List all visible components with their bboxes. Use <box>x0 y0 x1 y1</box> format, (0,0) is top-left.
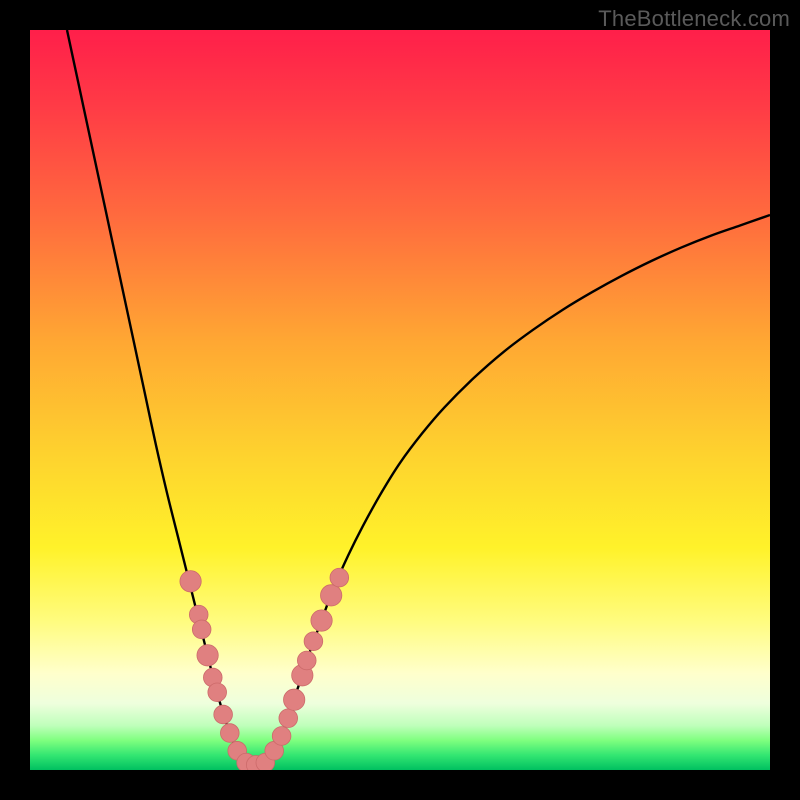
data-marker <box>311 610 332 631</box>
data-marker <box>208 683 227 702</box>
marker-group <box>180 568 349 770</box>
bottleneck-curve <box>67 30 770 765</box>
data-marker <box>330 568 349 587</box>
data-marker <box>297 651 316 670</box>
data-marker <box>279 709 298 728</box>
data-marker <box>197 645 218 666</box>
data-marker <box>214 705 233 724</box>
chart-frame: TheBottleneck.com <box>0 0 800 800</box>
data-marker <box>304 632 323 651</box>
data-marker <box>180 571 201 592</box>
data-marker <box>220 724 239 743</box>
watermark-text: TheBottleneck.com <box>598 6 790 32</box>
data-marker <box>192 620 211 639</box>
plot-area <box>30 30 770 770</box>
data-marker <box>284 689 305 710</box>
data-marker <box>272 727 291 746</box>
curve-layer <box>30 30 770 770</box>
data-marker <box>321 585 342 606</box>
